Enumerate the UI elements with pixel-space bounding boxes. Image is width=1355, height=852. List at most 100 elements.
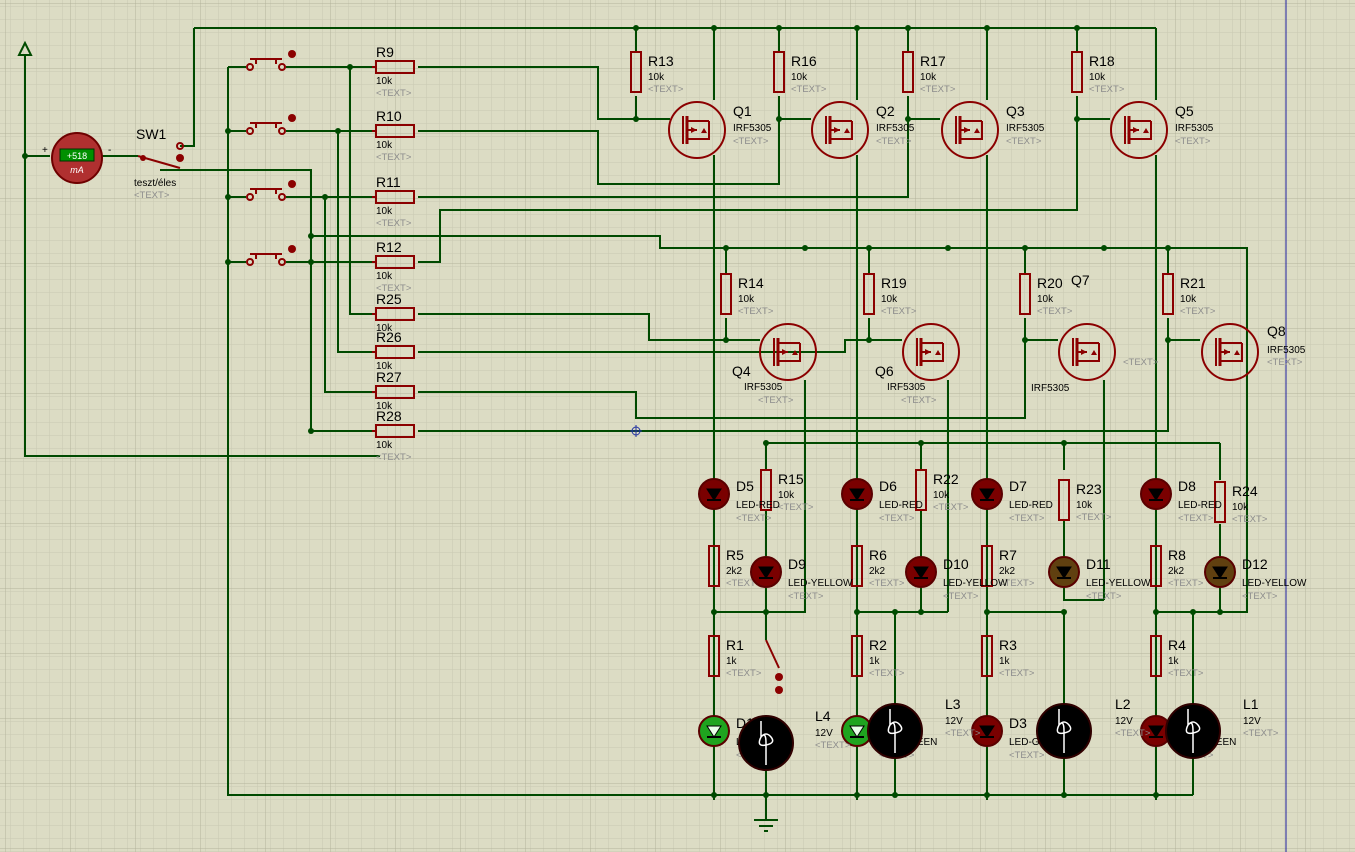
junction-dot — [1074, 116, 1080, 122]
junction-dot — [1022, 337, 1028, 343]
mosfet-text: <TEXT> — [1006, 136, 1042, 147]
lamp-label: L4 — [815, 708, 831, 724]
junction-dot — [1101, 245, 1107, 251]
resistor-label: R26 — [376, 329, 402, 345]
junction-dot — [905, 116, 911, 122]
led-text: <TEXT> — [788, 591, 824, 602]
junction-dot — [335, 128, 341, 134]
resistor-text: <TEXT> — [376, 152, 412, 163]
mosfet-value: IRF5305 — [1031, 383, 1070, 394]
resistor-value: 10k — [648, 72, 665, 83]
resistor-label: R14 — [738, 275, 764, 291]
resistor-label: R16 — [791, 53, 817, 69]
led-text: <TEXT> — [1009, 513, 1045, 524]
mosfet-value: IRF5305 — [887, 382, 926, 393]
resistor-text: <TEXT> — [648, 84, 684, 95]
lamp-value: 12V — [1243, 716, 1261, 727]
mosfet-label: Q1 — [733, 103, 752, 119]
junction-dot — [308, 233, 314, 239]
mosfet-text: <TEXT> — [758, 395, 794, 406]
mosfet-text: <TEXT> — [901, 395, 937, 406]
lamp-text: <TEXT> — [815, 740, 851, 751]
led-text: <TEXT> — [1242, 591, 1278, 602]
junction-dot — [225, 128, 231, 134]
resistor-text: <TEXT> — [869, 578, 905, 589]
junction-dot — [723, 337, 729, 343]
junction-dot — [1153, 609, 1159, 615]
resistor-value: 10k — [791, 72, 808, 83]
lamp-label: L2 — [1115, 696, 1131, 712]
mosfet-text: <TEXT> — [1175, 136, 1211, 147]
switch-sw1-name: SW1 — [136, 126, 167, 142]
resistor-value: 10k — [920, 72, 937, 83]
resistor-label: R21 — [1180, 275, 1206, 291]
junction-dot — [918, 609, 924, 615]
resistor-label: R20 — [1037, 275, 1063, 291]
mosfet-value: IRF5305 — [1006, 123, 1045, 134]
resistor-value: 10k — [933, 490, 950, 501]
junction-dot — [763, 609, 769, 615]
junction-dot — [225, 259, 231, 265]
resistor-label: R27 — [376, 369, 402, 385]
switch-sw1-text: <TEXT> — [134, 190, 170, 201]
resistor-label: R8 — [1168, 547, 1186, 563]
resistor-text: <TEXT> — [1168, 668, 1204, 679]
junction-dot — [763, 440, 769, 446]
lamp-value: 12V — [815, 728, 833, 739]
junction-dot — [633, 25, 639, 31]
led-value: LED-RED — [1009, 500, 1053, 511]
resistor-value: 10k — [376, 206, 393, 217]
junction-dot — [1165, 245, 1171, 251]
resistor-text: <TEXT> — [1180, 306, 1216, 317]
led-label: D10 — [943, 556, 969, 572]
resistor-text: <TEXT> — [376, 218, 412, 229]
mosfet-label: Q3 — [1006, 103, 1025, 119]
ammeter-plus-label: + — [42, 145, 48, 156]
junction-dot — [711, 792, 717, 798]
junction-dot — [1153, 792, 1159, 798]
junction-dot — [854, 792, 860, 798]
mosfet-label: Q8 — [1267, 323, 1286, 339]
junction-dot — [776, 25, 782, 31]
resistor-value: 10k — [1089, 72, 1106, 83]
resistor-label: R10 — [376, 108, 402, 124]
junction-dot — [711, 609, 717, 615]
led-text: <TEXT> — [879, 513, 915, 524]
ammeter-unit: mA — [70, 165, 84, 175]
resistor-label: R9 — [376, 44, 394, 60]
mosfet-label: Q6 — [875, 363, 894, 379]
resistor-value: 10k — [1232, 502, 1249, 513]
resistor-value: 10k — [376, 271, 393, 282]
junction-dot — [866, 245, 872, 251]
led-value: LED-YELLOW — [1242, 578, 1307, 589]
led-label: D12 — [1242, 556, 1268, 572]
resistor-value: 10k — [738, 294, 755, 305]
lamp-text: <TEXT> — [945, 728, 981, 739]
resistor-value: 2k2 — [1168, 566, 1185, 577]
mosfet-value: IRF5305 — [744, 382, 783, 393]
junction-dot — [892, 609, 898, 615]
junction-dot — [918, 440, 924, 446]
junction-dot — [1061, 609, 1067, 615]
resistor-value: 1k — [1168, 656, 1180, 667]
resistor-value: 2k2 — [999, 566, 1016, 577]
resistor-text: <TEXT> — [376, 452, 412, 463]
resistor-value: 2k2 — [726, 566, 743, 577]
junction-dot — [308, 428, 314, 434]
lamp-text: <TEXT> — [1243, 728, 1279, 739]
resistor-value: 1k — [726, 656, 738, 667]
resistor-label: R24 — [1232, 483, 1258, 499]
junction-dot — [892, 792, 898, 798]
resistor-value: 10k — [778, 490, 795, 501]
resistor-value: 10k — [1076, 500, 1093, 511]
led-value: LED-RED — [736, 500, 780, 511]
mosfet-value: IRF5305 — [876, 123, 915, 134]
resistor-label: R12 — [376, 239, 402, 255]
led-value: LED-RED — [1178, 500, 1222, 511]
schematic-canvas[interactable]: R910k<TEXT>R1010k<TEXT>R1110k<TEXT>R1210… — [0, 0, 1355, 852]
resistor-text: <TEXT> — [1076, 512, 1112, 523]
resistor-value: 2k2 — [869, 566, 886, 577]
resistor-value: 1k — [999, 656, 1011, 667]
resistor-label: R5 — [726, 547, 744, 563]
mosfet-value: IRF5305 — [1267, 345, 1306, 356]
